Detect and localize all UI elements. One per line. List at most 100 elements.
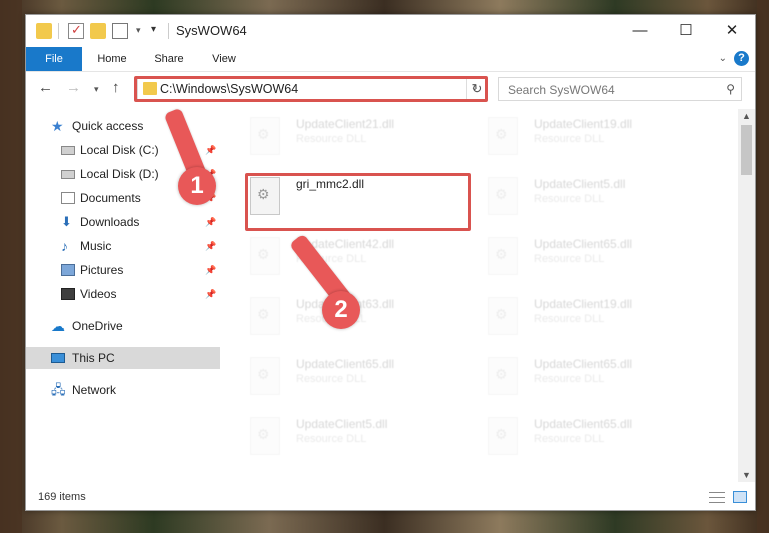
videos-icon <box>61 288 75 300</box>
dll-file-icon <box>250 297 280 335</box>
file-type: Resource DLL <box>534 193 605 205</box>
file-type: Resource DLL <box>296 373 367 385</box>
file-type: Resource DLL <box>296 133 367 145</box>
scrollbar-thumb[interactable] <box>741 125 752 175</box>
sidebar-item-this-pc[interactable]: This PC <box>26 347 220 369</box>
sidebar-item-label: Network <box>72 383 117 397</box>
dll-file-icon <box>488 357 518 395</box>
scroll-down-icon[interactable]: ▼ <box>742 470 751 480</box>
file-item[interactable]: UpdateClient19.dll Resource DLL <box>460 111 680 161</box>
back-arrow-icon[interactable]: ← <box>38 79 53 96</box>
file-type: Resource DLL <box>534 133 605 145</box>
cloud-icon: ☁ <box>51 318 65 334</box>
folder-icon[interactable] <box>36 23 52 39</box>
file-item[interactable]: UpdateClient65.dll Resource DLL <box>460 411 680 461</box>
properties-check-icon[interactable] <box>68 22 84 39</box>
file-item[interactable]: UpdateClient5.dll Resource DLL <box>460 171 680 221</box>
vertical-scrollbar[interactable]: ▲ ▼ <box>738 109 755 482</box>
sidebar-item-network[interactable]: 🖧 Network <box>26 379 220 401</box>
search-input[interactable]: Search SysWOW64 ⚲ <box>498 77 742 101</box>
downloads-icon: ⬇ <box>61 214 72 229</box>
maximize-button[interactable]: ☐ <box>663 15 709 47</box>
tab-file[interactable]: File <box>26 47 82 71</box>
dll-file-icon <box>488 237 518 275</box>
step-badge-1: 1 <box>178 167 216 205</box>
pin-icon[interactable]: 📌 <box>205 139 216 161</box>
tab-home[interactable]: Home <box>88 47 136 71</box>
dll-file-icon <box>250 237 280 275</box>
documents-icon <box>61 192 75 204</box>
item-count: 169 items <box>38 491 86 503</box>
file-name: UpdateClient19.dll <box>534 297 633 311</box>
pin-icon[interactable]: 📌 <box>205 211 216 233</box>
search-icon[interactable]: ⚲ <box>726 82 735 96</box>
status-bar: 169 items <box>26 486 755 510</box>
step-badge-2: 2 <box>322 291 360 329</box>
forward-arrow-icon[interactable]: → <box>66 79 81 96</box>
file-explorer-window: ▾ ▾ SysWOW64 — ☐ ✕ File Home Share View … <box>25 14 756 511</box>
file-name: UpdateClient65.dll <box>296 357 395 371</box>
sidebar-item-label: Local Disk (C:) <box>80 143 159 157</box>
dll-file-icon <box>488 177 518 215</box>
dll-file-icon <box>488 117 518 155</box>
customize-toolbar-icon[interactable]: ▾ <box>151 24 167 40</box>
file-type: Resource DLL <box>534 253 605 265</box>
expand-ribbon-icon[interactable]: ⌄ <box>719 53 727 64</box>
pin-icon[interactable]: 📌 <box>205 259 216 281</box>
details-view-icon[interactable] <box>709 492 725 503</box>
tab-share[interactable]: Share <box>146 47 192 71</box>
pin-icon[interactable]: 📌 <box>205 235 216 257</box>
address-highlight-box <box>134 76 488 102</box>
properties-icon[interactable] <box>112 23 128 39</box>
window-title: SysWOW64 <box>176 23 247 38</box>
dll-file-icon <box>250 357 280 395</box>
new-folder-icon[interactable] <box>90 23 106 39</box>
file-type: Resource DLL <box>534 313 605 325</box>
sidebar-item-label: This PC <box>72 351 115 365</box>
sidebar-item-label: Music <box>80 239 112 253</box>
file-item[interactable]: UpdateClient65.dll Resource DLL <box>460 231 680 281</box>
background-tree <box>757 0 769 533</box>
search-placeholder: Search SysWOW64 <box>508 83 615 97</box>
sidebar-item-label: Downloads <box>80 215 140 229</box>
file-name: UpdateClient65.dll <box>534 237 633 251</box>
dll-file-icon <box>488 417 518 455</box>
file-item[interactable]: UpdateClient19.dll Resource DLL <box>460 291 680 341</box>
sidebar-item-label: Quick access <box>72 119 144 133</box>
close-button[interactable]: ✕ <box>709 15 755 47</box>
up-arrow-icon[interactable]: ↑ <box>112 79 120 96</box>
file-list: UpdateClient21.dll Resource DLL gri_mmc2… <box>222 109 736 482</box>
navigation-bar: ← → ▾ ↑ C:\Windows\SysWOW64 ⌄ ↻ Search S… <box>26 75 755 103</box>
background-tree <box>0 0 22 533</box>
sidebar-item-downloads[interactable]: ⬇ Downloads 📌 <box>26 211 220 233</box>
recent-locations-icon[interactable]: ▾ <box>94 84 99 95</box>
dll-file-icon <box>250 417 280 455</box>
file-item[interactable]: UpdateClient65.dll Resource DLL <box>222 351 442 401</box>
file-type: Resource DLL <box>534 373 605 385</box>
scroll-up-icon[interactable]: ▲ <box>742 111 751 121</box>
music-icon: ♪ <box>61 238 68 254</box>
tab-view[interactable]: View <box>202 47 246 71</box>
pin-icon[interactable]: 📌 <box>205 283 216 305</box>
disk-icon <box>61 146 75 155</box>
file-item[interactable]: UpdateClient21.dll Resource DLL <box>222 111 442 161</box>
pc-icon <box>51 353 65 363</box>
sidebar-item-onedrive[interactable]: ☁ OneDrive <box>26 315 220 337</box>
sidebar-item-label: Pictures <box>80 263 124 277</box>
large-icons-view-icon[interactable] <box>733 491 747 503</box>
sidebar-item-label: Videos <box>80 287 117 301</box>
sidebar-item-videos[interactable]: Videos 📌 <box>26 283 220 305</box>
file-type: Resource DLL <box>534 433 605 445</box>
dll-file-icon <box>488 297 518 335</box>
star-icon: ★ <box>51 118 64 134</box>
file-item[interactable]: UpdateClient65.dll Resource DLL <box>460 351 680 401</box>
sidebar-item-music[interactable]: ♪ Music 📌 <box>26 235 220 257</box>
chevron-down-icon[interactable]: ▾ <box>136 25 152 41</box>
help-icon[interactable]: ? <box>734 51 749 66</box>
file-name: UpdateClient21.dll <box>296 117 395 131</box>
divider <box>168 23 169 39</box>
minimize-button[interactable]: — <box>617 15 663 47</box>
file-item[interactable]: UpdateClient5.dll Resource DLL <box>222 411 442 461</box>
sidebar-item-pictures[interactable]: Pictures 📌 <box>26 259 220 281</box>
title-bar: ▾ ▾ SysWOW64 — ☐ ✕ <box>26 15 755 47</box>
